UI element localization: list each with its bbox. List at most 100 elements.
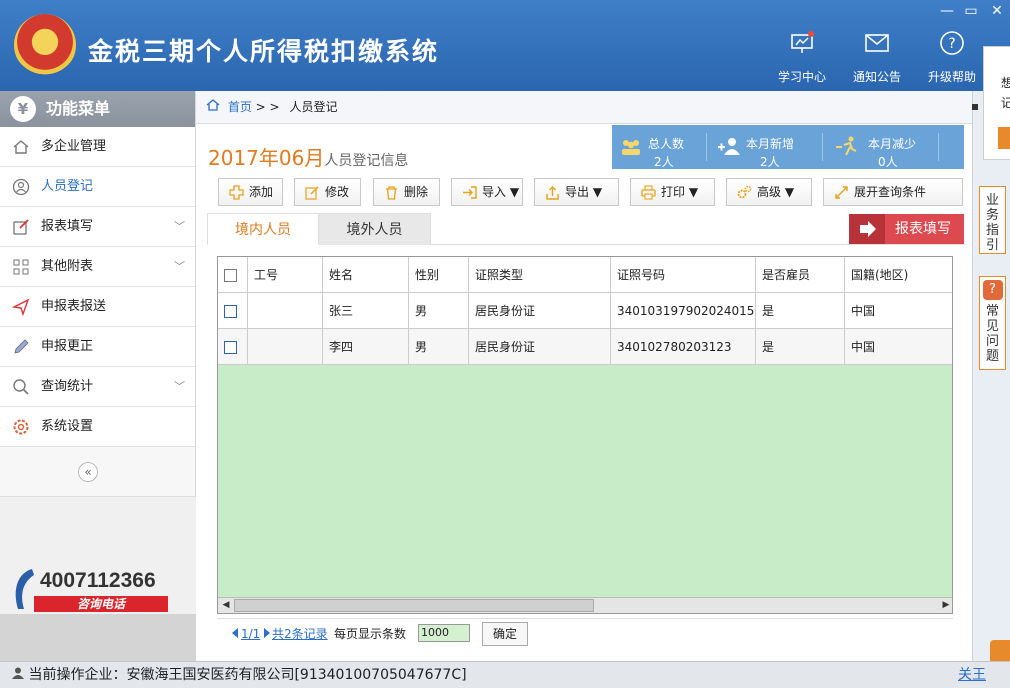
sidebar: ¥ 功能菜单 多企业管理 人员登记 报表填写 ﹀ 其他附表 ﹀ 申报表报送 申报…	[0, 91, 196, 661]
cell-id-number: 340103197902024015	[611, 293, 756, 329]
pager-prev-icon[interactable]	[231, 619, 239, 649]
cell-id	[248, 329, 323, 365]
close-link[interactable]: 关王	[958, 662, 986, 688]
running-person-icon	[836, 136, 857, 156]
chevron-down-icon: ﹀	[174, 260, 185, 273]
column-header[interactable]: 国籍(地区)	[845, 257, 952, 293]
cell-id-number: 340102780203123	[611, 329, 756, 365]
faq-tab[interactable]: ? 常见问题	[979, 276, 1006, 370]
select-all-cell	[218, 257, 248, 293]
column-header[interactable]: 姓名	[323, 257, 409, 293]
row-select-cell	[218, 293, 248, 329]
table-header-row: 工号 姓名 性别 证照类型 证照号码 是否雇员 国籍(地区)	[218, 257, 952, 293]
add-button[interactable]: 添加	[218, 178, 283, 206]
column-header[interactable]: 性别	[409, 257, 469, 293]
edit-button[interactable]: 修改	[294, 178, 361, 206]
sidebar-item-system-settings[interactable]: 系统设置	[0, 407, 195, 447]
stat-total-label: 总人数	[648, 137, 685, 151]
stats-panel: 总人数 2人 本月新增 2人 本月减少 0人	[612, 125, 964, 169]
sidebar-item-declaration-correction[interactable]: 申报更正	[0, 327, 195, 367]
maximize-button[interactable]: ▭	[960, 2, 982, 20]
sidebar-item-query-statistics[interactable]: 查询统计 ﹀	[0, 367, 195, 407]
export-button[interactable]: 导出 ▼	[534, 178, 619, 206]
scrollbar-thumb[interactable]	[234, 599, 594, 612]
horizontal-scrollbar[interactable]: ◀ ▶	[218, 597, 952, 613]
row-checkbox[interactable]	[224, 341, 237, 354]
user-icon	[12, 662, 24, 688]
notice-button[interactable]: 通知公告	[842, 30, 912, 85]
add-button-label: 添加	[249, 185, 274, 199]
print-button[interactable]: 打印 ▼	[630, 178, 715, 206]
yen-icon: ¥	[10, 96, 36, 122]
title-bar: 金税三期个人所得税扣缴系统 — ▭ ✕ 学习中心 通知公告 ? 升级帮助	[0, 0, 1010, 91]
close-window-button[interactable]: ✕	[986, 2, 1008, 20]
breadcrumb: 首页 > > 人员登记	[196, 91, 980, 124]
sidebar-item-other-schedules[interactable]: 其他附表 ﹀	[0, 247, 195, 287]
expand-icon	[835, 186, 848, 199]
delete-button[interactable]: 删除	[373, 178, 440, 206]
sidebar-item-declaration-submit[interactable]: 申报表报送	[0, 287, 195, 327]
page-indicator[interactable]: 1/1	[241, 619, 260, 649]
business-guide-tab[interactable]: 业务指引	[979, 186, 1006, 254]
cell-id-type: 居民身份证	[469, 329, 611, 365]
study-center-button[interactable]: 学习中心	[767, 30, 837, 85]
export-button-label: 导出 ▼	[565, 185, 603, 199]
breadcrumb-home-link[interactable]: 首页	[228, 100, 252, 114]
grid-icon	[13, 259, 29, 275]
cell-nationality: 中国	[851, 304, 876, 318]
sidebar-item-report-filling[interactable]: 报表填写 ﹀	[0, 207, 195, 247]
pager-next-icon[interactable]	[263, 619, 271, 649]
sidebar-item-label: 报表填写	[41, 219, 94, 234]
scroll-right-icon[interactable]: ▶	[938, 598, 952, 613]
sidebar-item-label: 人员登记	[41, 179, 94, 194]
column-header[interactable]: 证照类型	[469, 257, 611, 293]
study-center-label: 学习中心	[777, 70, 826, 84]
advanced-button[interactable]: 高级 ▼	[726, 178, 812, 206]
import-button[interactable]: 导入 ▼	[451, 178, 523, 206]
cell-gender: 男	[409, 329, 469, 365]
sidebar-collapse-button[interactable]: «	[78, 462, 98, 482]
cell-employee: 是	[756, 293, 845, 329]
import-icon	[463, 186, 477, 199]
upgrade-help-button[interactable]: ? 升级帮助	[917, 30, 987, 85]
arrow-right-icon	[849, 214, 885, 244]
sidebar-item-multi-enterprise[interactable]: 多企业管理	[0, 127, 195, 167]
scroll-left-icon[interactable]: ◀	[218, 598, 234, 613]
edit-icon	[13, 219, 29, 235]
tab-foreign[interactable]: 境外人员	[319, 213, 431, 245]
cell-id-type: 居民身份证	[469, 293, 611, 329]
rail-popup-button[interactable]	[998, 127, 1010, 149]
cell-id	[248, 293, 323, 329]
svg-text:?: ?	[948, 36, 955, 52]
stat-total-value: 2人	[654, 155, 674, 169]
stat-new-label: 本月新增	[746, 137, 795, 151]
column-header[interactable]: 证照号码	[611, 257, 756, 293]
expand-query-button[interactable]: 展开查询条件	[823, 178, 963, 206]
main-panel: 2017年06月人员登记信息 总人数 2人 本月新增 2人 本月减少 0人 添加…	[196, 124, 972, 661]
column-header[interactable]: 工号	[248, 257, 323, 293]
record-count[interactable]: 共2条记录	[272, 619, 328, 649]
row-checkbox[interactable]	[224, 305, 237, 318]
print-button-label: 打印 ▼	[661, 185, 699, 199]
select-all-checkbox[interactable]	[224, 269, 237, 282]
tab-domestic[interactable]: 境内人员	[207, 213, 319, 245]
report-fill-button[interactable]: 报表填写	[849, 214, 964, 244]
breadcrumb-current: 人员登记	[289, 100, 338, 114]
sidebar-item-personnel-registration[interactable]: 人员登记	[0, 167, 195, 207]
app-title: 金税三期个人所得税扣缴系统	[88, 37, 440, 66]
per-page-input[interactable]: 1000	[418, 624, 470, 642]
stat-divider	[938, 133, 939, 161]
confirm-button[interactable]: 确定	[482, 622, 528, 646]
minimize-button[interactable]: —	[936, 2, 958, 20]
table-row[interactable]: 张三 男 居民身份证 340103197902024015 是 中国	[218, 293, 952, 329]
cell-employee: 是	[756, 329, 845, 365]
pen-icon	[14, 339, 29, 354]
stat-new-value: 2人	[760, 155, 780, 169]
edit-button-label: 修改	[325, 185, 350, 199]
column-header[interactable]: 是否雇员	[756, 257, 845, 293]
rail-popup: 想 记	[983, 46, 1010, 160]
advanced-button-label: 高级 ▼	[757, 185, 795, 199]
stat-divider	[706, 133, 707, 161]
chevron-down-icon: ﹀	[174, 380, 185, 393]
table-row[interactable]: 李四 男 居民身份证 340102780203123 是 中国	[218, 329, 952, 365]
